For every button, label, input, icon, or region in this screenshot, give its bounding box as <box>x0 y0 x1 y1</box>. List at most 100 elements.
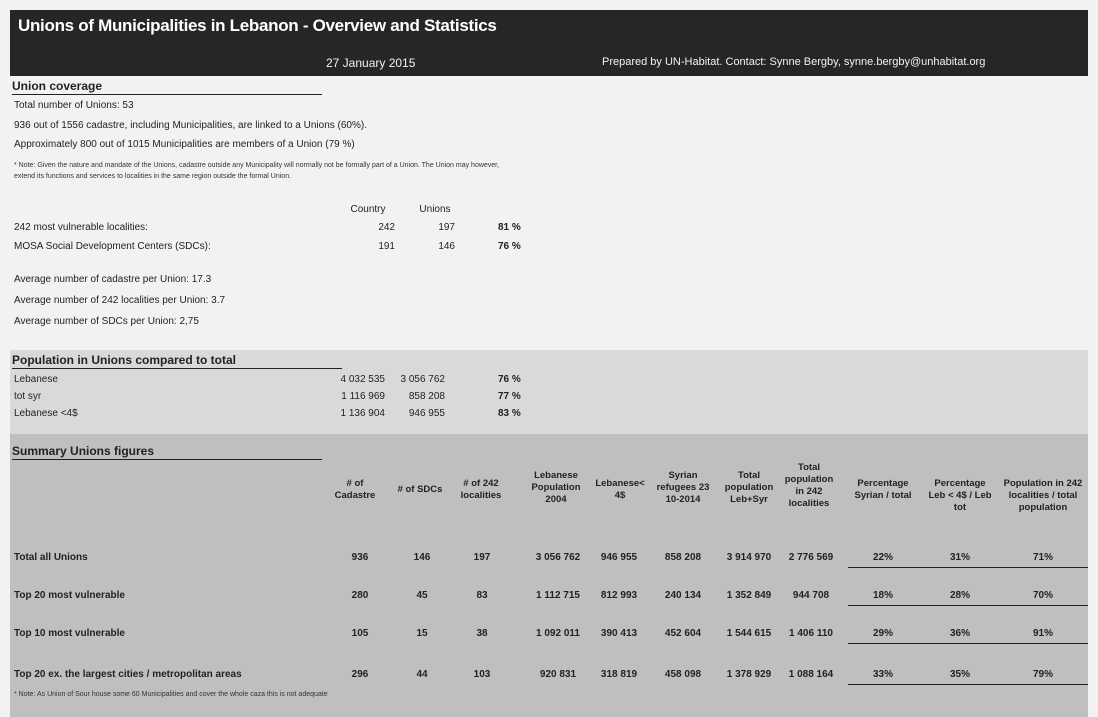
summary-row-label: Top 10 most vulnerable <box>14 628 125 639</box>
summary-cell: 2 776 569 <box>788 552 834 563</box>
summary-header: Percentage Leb < 4$ / Leb tot <box>928 478 992 513</box>
summary-cell: 45 <box>416 590 428 601</box>
summary-cell: 1 092 011 <box>536 628 580 639</box>
summary-cell: 197 <box>473 552 491 563</box>
coverage-row-unions: 146 <box>438 241 455 252</box>
municipality-coverage-text: Approximately 800 out of 1015 Municipali… <box>14 139 355 150</box>
population-row-label: Lebanese <box>14 374 58 385</box>
header-bar: Unions of Municipalities in Lebanon - Ov… <box>10 10 1088 76</box>
summary-cell: 812 993 <box>600 590 638 601</box>
page-title: Unions of Municipalities in Lebanon - Ov… <box>18 16 497 35</box>
row-underline <box>848 567 1088 568</box>
summary-cell: 458 098 <box>664 669 702 680</box>
coverage-row-country: 242 <box>378 222 395 233</box>
summary-cell: 318 819 <box>600 669 638 680</box>
summary-cell: 28% <box>949 590 970 601</box>
summary-cell: 920 831 <box>539 669 577 680</box>
union-coverage-section: Union coverage Total number of Unions: 5… <box>10 76 1088 350</box>
population-row-total: 1 136 904 <box>340 408 386 419</box>
summary-row-label: Top 20 most vulnerable <box>14 590 125 601</box>
summary-title: Summary Unions figures <box>12 444 322 460</box>
population-section: Population in Unions compared to total L… <box>10 350 1088 434</box>
summary-cell: 15 <box>416 628 428 639</box>
summary-cell: 296 <box>351 669 369 680</box>
summary-cell: 38 <box>476 628 488 639</box>
col-unions-header: Unions <box>419 204 451 215</box>
population-row-total: 4 032 535 <box>340 374 386 385</box>
coverage-row-country: 191 <box>378 241 395 252</box>
spreadsheet: Unions of Municipalities in Lebanon - Ov… <box>0 0 1098 717</box>
population-row-unions: 946 955 <box>408 408 445 419</box>
row-underline <box>848 643 1088 644</box>
summary-cell: 944 708 <box>792 590 830 601</box>
population-row-pct: 83 % <box>498 408 521 419</box>
population-row-label: Lebanese <4$ <box>14 408 78 419</box>
population-row-total: 1 116 969 <box>341 391 385 402</box>
summary-cell: 79% <box>1032 669 1053 680</box>
summary-header: Population in 242 localities / total pop… <box>1003 478 1083 513</box>
summary-cell: 146 <box>413 552 431 563</box>
summary-cell: 946 955 <box>600 552 638 563</box>
summary-footnote: * Note: As Union of Sour house some 60 M… <box>14 691 328 698</box>
summary-cell: 18% <box>872 590 893 601</box>
avg-sdcs-text: Average number of SDCs per Union: 2,75 <box>14 316 199 327</box>
summary-cell: 91% <box>1032 628 1053 639</box>
summary-cell: 36% <box>949 628 970 639</box>
summary-cell: 1 352 849 <box>726 590 772 601</box>
summary-row-label: Top 20 ex. the largest cities / metropol… <box>14 669 242 680</box>
coverage-note-line1: * Note: Given the nature and mandate of … <box>14 162 500 169</box>
summary-cell: 44 <box>416 669 428 680</box>
summary-cell: 3 056 762 <box>535 552 581 563</box>
population-row-unions: 3 056 762 <box>400 374 446 385</box>
summary-header: Syrian refugees 23 10-2014 <box>656 470 710 505</box>
summary-header: Total population Leb+Syr <box>724 470 774 505</box>
summary-cell: 29% <box>872 628 893 639</box>
summary-cell: 105 <box>351 628 369 639</box>
summary-cell: 240 134 <box>664 590 702 601</box>
population-row-unions: 858 208 <box>408 391 445 402</box>
summary-cell: 83 <box>476 590 488 601</box>
summary-cell: 1 088 164 <box>788 669 834 680</box>
summary-cell: 1 112 715 <box>536 590 580 601</box>
summary-cell: 33% <box>872 669 893 680</box>
population-row-label: tot syr <box>14 391 42 402</box>
total-unions-text: Total number of Unions: 53 <box>14 100 134 111</box>
population-row-pct: 76 % <box>498 374 521 385</box>
summary-cell: 280 <box>351 590 369 601</box>
coverage-row-label: 242 most vulnerable localities: <box>14 222 148 233</box>
summary-cell: 3 914 970 <box>726 552 772 563</box>
summary-section: Summary Unions figures # of Cadastre # o… <box>10 434 1088 717</box>
coverage-note-line2: extend its functions and services to loc… <box>14 173 292 180</box>
summary-header: # of Cadastre <box>334 478 376 501</box>
summary-header: # of SDCs <box>397 484 443 495</box>
summary-cell: 1 544 615 <box>726 628 772 639</box>
summary-header: Lebanese< 4$ <box>595 478 645 501</box>
row-underline <box>848 684 1088 685</box>
coverage-row-pct: 81 % <box>498 222 521 233</box>
summary-row-label: Total all Unions <box>14 552 88 563</box>
summary-cell: 858 208 <box>664 552 702 563</box>
summary-header: Lebanese Population 2004 <box>531 470 581 505</box>
avg-cadastre-text: Average number of cadastre per Union: 17… <box>14 274 212 285</box>
union-coverage-title: Union coverage <box>12 79 322 95</box>
report-date: 27 January 2015 <box>326 56 416 70</box>
summary-header: Percentage Syrian / total <box>854 478 912 501</box>
summary-cell: 452 604 <box>664 628 702 639</box>
coverage-row-label: MOSA Social Development Centers (SDCs): <box>14 241 211 252</box>
population-row-pct: 77 % <box>498 391 521 402</box>
summary-cell: 31% <box>949 552 970 563</box>
summary-cell: 1 406 110 <box>789 628 833 639</box>
coverage-row-pct: 76 % <box>498 241 521 252</box>
prepared-by: Prepared by UN-Habitat. Contact: Synne B… <box>602 56 986 68</box>
summary-cell: 71% <box>1032 552 1053 563</box>
coverage-row-unions: 197 <box>438 222 455 233</box>
summary-cell: 22% <box>872 552 893 563</box>
summary-cell: 936 <box>351 552 369 563</box>
summary-header: # of 242 localities <box>460 478 502 501</box>
summary-header: Total population in 242 localities <box>784 462 834 509</box>
summary-cell: 70% <box>1032 590 1053 601</box>
cadastre-coverage-text: 936 out of 1556 cadastre, including Muni… <box>14 120 367 131</box>
summary-cell: 1 378 929 <box>726 669 772 680</box>
summary-cell: 35% <box>949 669 970 680</box>
row-underline <box>848 605 1088 606</box>
